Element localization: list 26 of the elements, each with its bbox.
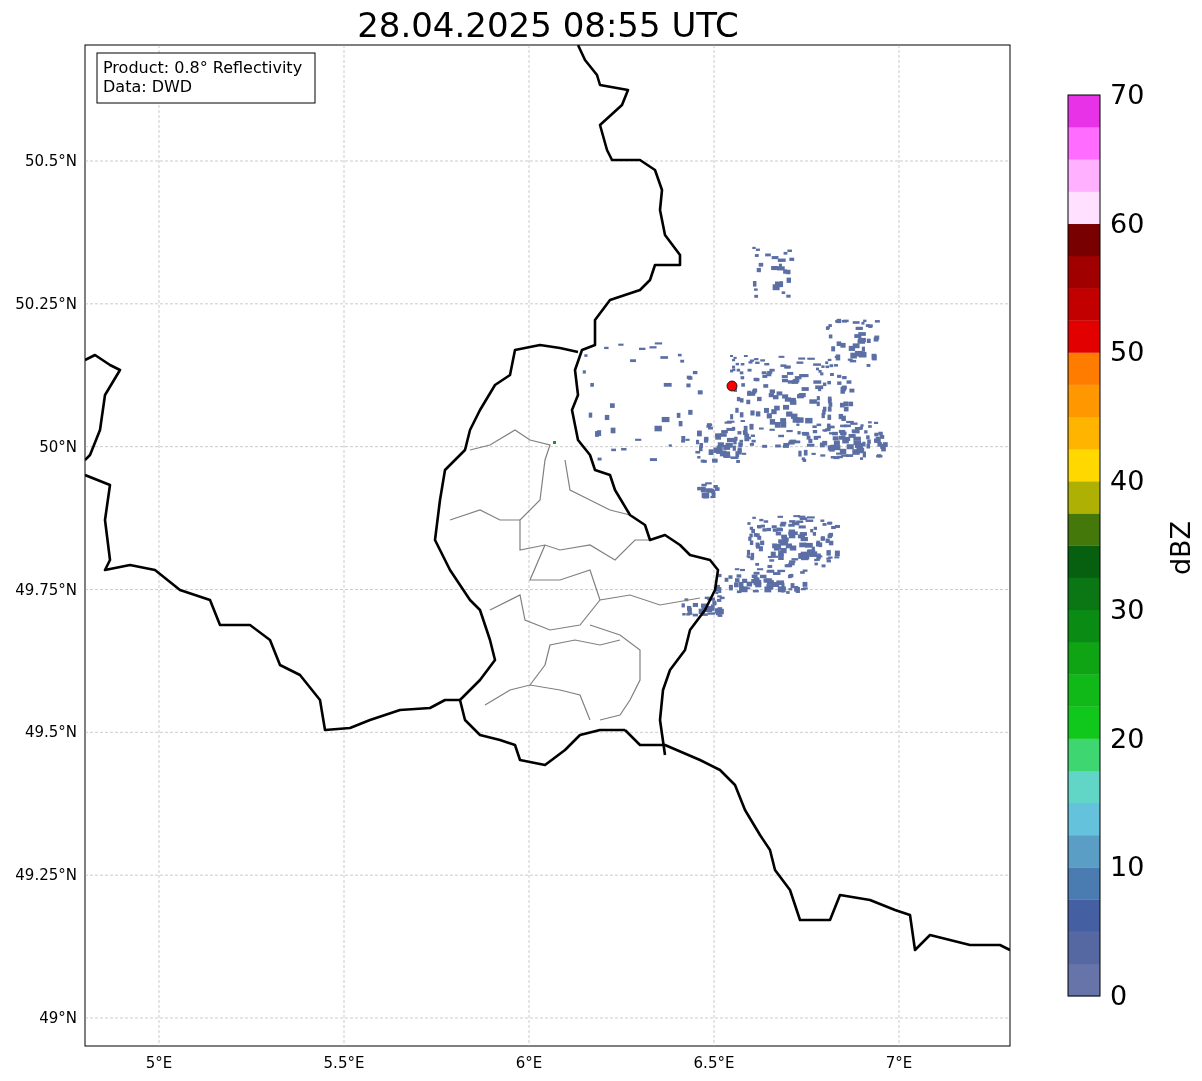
y-tick-label: 50.5°N xyxy=(24,152,77,170)
y-tick-label: 50°N xyxy=(39,437,77,456)
colorbar-tick-label: 60 xyxy=(1110,207,1145,239)
info-text: Product: 0.8° Reflectivity xyxy=(103,58,303,77)
y-tick-label: 49.75°N xyxy=(15,580,77,599)
chart-title: 28.04.2025 08:55 UTC xyxy=(357,5,739,45)
y-tick-label: 49°N xyxy=(39,1009,77,1027)
y-tick-label: 49.25°N xyxy=(15,866,77,885)
colorbar-tick-label: 0 xyxy=(1110,980,1128,1011)
colorbar-tick-label: 50 xyxy=(1110,336,1145,368)
radar-site-marker xyxy=(726,380,738,392)
info-text: Data: DWD xyxy=(103,77,193,96)
echo-speck xyxy=(553,441,556,444)
x-tick-label: 6°E xyxy=(515,1054,543,1072)
colorbar-tick-label: 20 xyxy=(1110,722,1145,754)
x-tick-label: 6.5°E xyxy=(693,1054,735,1072)
colorbar-tick-label: 30 xyxy=(1110,593,1145,625)
colorbar-tick-label: 10 xyxy=(1110,851,1145,883)
colorbar-tick-label: 40 xyxy=(1110,465,1145,497)
x-tick-label: 5°E xyxy=(145,1054,173,1072)
y-tick-label: 49.5°N xyxy=(24,723,77,742)
y-tick-label: 50.25°N xyxy=(15,294,77,313)
colorbar-tick-label: 70 xyxy=(1110,79,1145,110)
x-tick-label: 5.5°E xyxy=(323,1054,365,1072)
x-tick-label: 7°E xyxy=(885,1054,913,1072)
colorbar-label: dBZ xyxy=(1165,520,1196,576)
